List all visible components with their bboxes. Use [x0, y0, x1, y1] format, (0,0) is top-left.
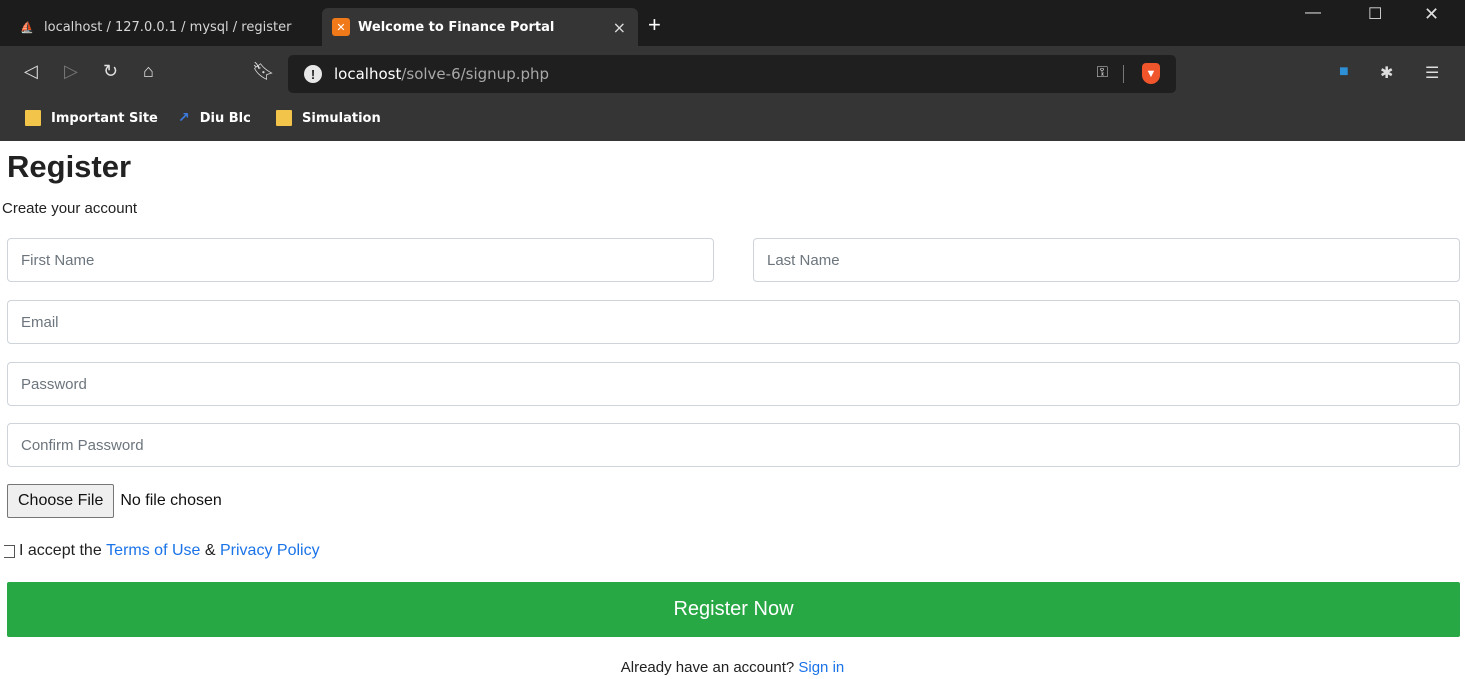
- page-subtitle: Create your account: [2, 200, 138, 217]
- menu-icon[interactable]: ☰: [1425, 63, 1439, 83]
- bookmark-simulation[interactable]: Simulation: [276, 110, 381, 126]
- file-status: No file chosen: [120, 492, 222, 509]
- email-input[interactable]: Email: [7, 300, 1460, 344]
- browser-tab-strip: ⛵ localhost / 127.0.0.1 / mysql / regist…: [0, 0, 1465, 46]
- terms-of-use-link[interactable]: Terms of Use: [106, 542, 200, 560]
- signin-prompt: Already have an account? Sign in: [620, 659, 845, 676]
- folder-icon: [276, 110, 292, 126]
- brave-shield-icon[interactable]: ▼: [1142, 63, 1160, 84]
- back-icon[interactable]: ◁: [24, 61, 38, 81]
- extensions-puzzle-icon[interactable]: ✱: [1380, 63, 1393, 83]
- key-icon[interactable]: ⚿: [1097, 64, 1108, 81]
- browser-toolbar: ◁ ▷ ↻ ⌂ 🔖︎ ! localhost/solve-6/signup.ph…: [0, 46, 1465, 102]
- privacy-policy-link[interactable]: Privacy Policy: [220, 542, 320, 560]
- first-name-input[interactable]: First Name: [7, 238, 714, 282]
- choose-file-button[interactable]: Choose File: [7, 484, 115, 518]
- home-icon[interactable]: ⌂: [143, 61, 154, 81]
- minimize-icon[interactable]: —: [1305, 4, 1321, 22]
- close-tab-icon[interactable]: ×: [613, 18, 626, 37]
- xampp-icon: ✕: [332, 18, 350, 36]
- site-info-icon[interactable]: !: [304, 65, 322, 83]
- phpmyadmin-icon: ⛵: [20, 20, 34, 34]
- url-text: localhost/solve-6/signup.php: [334, 65, 550, 83]
- tab-title: Welcome to Finance Portal: [358, 19, 555, 35]
- diu-icon: ↗: [178, 110, 190, 126]
- address-bar[interactable]: ! localhost/solve-6/signup.php ⚿ ▼: [288, 55, 1176, 93]
- confirm-password-input[interactable]: Confirm Password: [7, 423, 1460, 467]
- tab-finance-portal[interactable]: ✕ Welcome to Finance Portal ×: [322, 8, 638, 46]
- password-input[interactable]: Password: [7, 362, 1460, 406]
- bookmark-diu-blc[interactable]: ↗ Diu Blc: [178, 110, 251, 126]
- close-window-icon[interactable]: ✕: [1424, 4, 1439, 25]
- signup-page: Register Create your account First Name …: [0, 141, 1465, 679]
- new-tab-button[interactable]: +: [648, 14, 661, 36]
- sign-in-link[interactable]: Sign in: [798, 659, 844, 676]
- last-name-input[interactable]: Last Name: [753, 238, 1460, 282]
- terms-checkbox[interactable]: [4, 544, 15, 558]
- bookmarks-bar: Important Site ↗ Diu Blc Simulation: [0, 102, 1465, 141]
- page-title: Register: [7, 149, 132, 184]
- maximize-icon[interactable]: ☐: [1368, 4, 1382, 24]
- register-now-button[interactable]: Register Now: [7, 582, 1460, 637]
- terms-row: I accept the Terms of Use & Privacy Poli…: [4, 542, 320, 560]
- translate-extension-icon[interactable]: ■: [1339, 63, 1349, 81]
- tab-title: localhost / 127.0.0.1 / mysql / register: [44, 19, 292, 35]
- forward-icon[interactable]: ▷: [64, 61, 78, 81]
- bookmark-important-site[interactable]: Important Site: [25, 110, 158, 126]
- folder-icon: [25, 110, 41, 126]
- bookmark-icon[interactable]: 🔖︎: [252, 61, 275, 81]
- reload-icon[interactable]: ↻: [103, 61, 118, 81]
- file-upload: Choose File No file chosen: [7, 484, 222, 518]
- divider: [1123, 65, 1124, 83]
- tab-phpmyadmin[interactable]: ⛵ localhost / 127.0.0.1 / mysql / regist…: [10, 8, 322, 46]
